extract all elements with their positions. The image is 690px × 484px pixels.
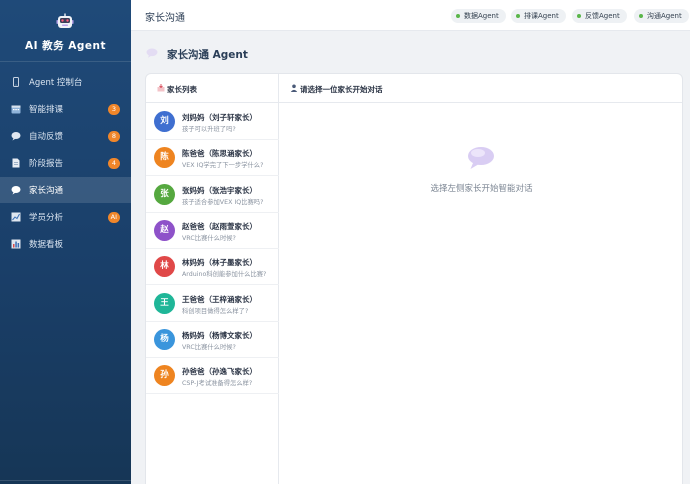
sidebar-item-label: 自动反馈: [29, 132, 64, 142]
sidebar-item-stage-report[interactable]: 阶段报告 4: [0, 150, 131, 176]
chat-bubble-icon: [468, 147, 494, 169]
online-dot-icon: [516, 14, 520, 18]
sidebar-item-label: 数据看板: [29, 240, 64, 250]
count-badge: 3: [108, 103, 120, 115]
app-title: AI 教务 Agent: [24, 40, 107, 52]
parent-list-item[interactable]: 孙孙爸爸（孙逸飞家长） CSP-J考试准备得怎么样?: [146, 358, 279, 395]
parent-name: 赵爸爸（赵雨萱家长）: [182, 221, 257, 231]
sidebar-item-parent-communication[interactable]: 家长沟通: [0, 177, 131, 203]
sidebar-item-auto-feedback[interactable]: 自动反馈 8: [0, 123, 131, 149]
count-badge: 4: [108, 157, 120, 169]
parent-list-item[interactable]: 杨杨妈妈（杨博文家长） VRC比赛什么时候?: [146, 322, 279, 358]
agent-status-pill-data[interactable]: 数据Agent: [451, 9, 506, 23]
parent-last-message: CSP-J考试准备得怎么样?: [182, 380, 253, 388]
parent-last-message: VRC比赛什么时候?: [182, 234, 236, 242]
agent-status-pill-communication[interactable]: 沟通Agent: [634, 9, 689, 23]
sidebar-item-label: 阶段报告: [29, 159, 64, 169]
parent-list-header: 家长列表: [146, 74, 279, 103]
parent-last-message: VRC比赛什么时候?: [182, 343, 236, 351]
parent-last-message: 孩子可以升班了吗?: [182, 126, 236, 133]
parent-list-column: 家长列表 刘刘妈妈（刘子轩家长） 孩子可以升班了吗? 陈陈爸爸（陈思涵家长） VEX …: [146, 74, 279, 484]
online-dot-icon: [577, 14, 581, 18]
parent-name: 张妈妈（张浩宇家长）: [182, 185, 257, 195]
parent-name: 杨妈妈（杨博文家长）: [182, 330, 257, 340]
parent-name: 林妈妈（林子墨家长）: [182, 258, 257, 268]
parent-list-title: 家长列表: [167, 85, 197, 94]
parent-last-message: VEX IQ学完了下一步学什么?: [182, 162, 264, 170]
bar-chart-icon: [11, 239, 21, 249]
parent-name: 陈爸爸（陈思涵家长）: [182, 149, 257, 159]
sidebar-item-label: 学员分析: [29, 213, 64, 223]
avatar: 赵: [154, 219, 175, 241]
parent-list-item[interactable]: 林林妈妈（林子墨家长） Arduino科创能参加什么比赛?: [146, 249, 279, 286]
parent-name: 王爸爸（王梓涵家长）: [182, 294, 257, 304]
sidebar-item-label: Agent 控制台: [29, 78, 83, 88]
online-dot-icon: [639, 14, 643, 18]
page-title: 家长沟通 Agent: [167, 49, 248, 61]
agent-label: 数据Agent: [464, 12, 499, 20]
top-bar: 家长沟通 数据Agent 排课Agent 反馈Agent 沟通Agent: [131, 0, 690, 31]
page-header: 家长沟通 Agent: [131, 31, 690, 73]
robot-logo-icon: [56, 13, 74, 28]
avatar: 王: [154, 292, 175, 314]
sidebar-item-scheduling[interactable]: 智能排课 3: [0, 96, 131, 122]
sidebar-item-agent-console[interactable]: Agent 控制台: [0, 69, 131, 95]
top-bar-title: 家长沟通: [145, 13, 185, 24]
parent-list-item[interactable]: 王王爸爸（王梓涵家长） 科创项目做得怎么样了?: [146, 286, 279, 322]
avatar: 刘: [154, 111, 175, 132]
person-icon: [290, 84, 298, 92]
parent-list-item[interactable]: 陈陈爸爸（陈思涵家长） VEX IQ学完了下一步学什么?: [146, 140, 279, 177]
phone-icon: [13, 77, 19, 87]
parent-name: 孙爸爸（孙逸飞家长）: [182, 367, 257, 377]
avatar: 杨: [154, 328, 175, 350]
agent-label: 排课Agent: [524, 12, 559, 20]
avatar: 林: [154, 256, 175, 278]
sidebar-item-student-analysis[interactable]: 学员分析 AI: [0, 204, 131, 230]
sidebar-footer: [0, 480, 131, 484]
communication-panel: 家长列表 刘刘妈妈（刘子轩家长） 孩子可以升班了吗? 陈陈爸爸（陈思涵家长） VEX …: [145, 73, 683, 484]
sidebar-item-label: 智能排课: [29, 105, 64, 115]
online-dot-icon: [456, 14, 460, 18]
sidebar: AI 教务 Agent Agent 控制台 智能排课 3 自动反馈 8 阶段报告…: [0, 0, 131, 484]
speech-bubble-icon: [11, 132, 21, 141]
agent-status-pill-feedback[interactable]: 反馈Agent: [572, 9, 627, 23]
parent-list-item[interactable]: 刘刘妈妈（刘子轩家长） 孩子可以升班了吗?: [146, 104, 279, 140]
inbox-icon: [157, 84, 165, 92]
parent-last-message: 孩子适合参加VEX IQ比赛吗?: [182, 198, 264, 206]
trend-chart-icon: [11, 212, 21, 222]
avatar: 孙: [154, 365, 175, 387]
logo-area: AI 教务 Agent: [0, 0, 131, 62]
chat-column: 请选择一位家长开始对话 选择左侧家长开始智能对话: [279, 74, 682, 484]
agent-status-pill-scheduling[interactable]: 排课Agent: [511, 9, 566, 23]
chat-header: 请选择一位家长开始对话: [279, 74, 682, 103]
avatar: 张: [154, 183, 175, 205]
calendar-icon: [11, 105, 21, 114]
parent-list-item[interactable]: 张张妈妈（张浩宇家长） 孩子适合参加VEX IQ比赛吗?: [146, 177, 279, 213]
document-icon: [12, 158, 20, 168]
parent-name: 刘妈妈（刘子轩家长）: [182, 113, 257, 122]
chat-bubble-icon: [146, 48, 158, 58]
chat-title: 请选择一位家长开始对话: [300, 85, 383, 94]
parent-list-item[interactable]: 赵赵爸爸（赵雨萱家长） VRC比赛什么时候?: [146, 213, 279, 249]
chat-bubble-icon: [11, 186, 21, 195]
count-badge: 8: [108, 130, 120, 142]
agent-label: 反馈Agent: [585, 12, 620, 20]
empty-state-text: 选择左侧家长开始智能对话: [430, 184, 533, 194]
parent-last-message: 科创项目做得怎么样了?: [182, 307, 249, 315]
sidebar-item-data-dashboard[interactable]: 数据看板: [0, 231, 131, 257]
ai-badge: AI: [107, 211, 120, 223]
agent-label: 沟通Agent: [647, 12, 682, 20]
avatar: 陈: [154, 147, 175, 169]
sidebar-item-label: 家长沟通: [29, 186, 64, 196]
parent-last-message: Arduino科创能参加什么比赛?: [182, 271, 267, 279]
